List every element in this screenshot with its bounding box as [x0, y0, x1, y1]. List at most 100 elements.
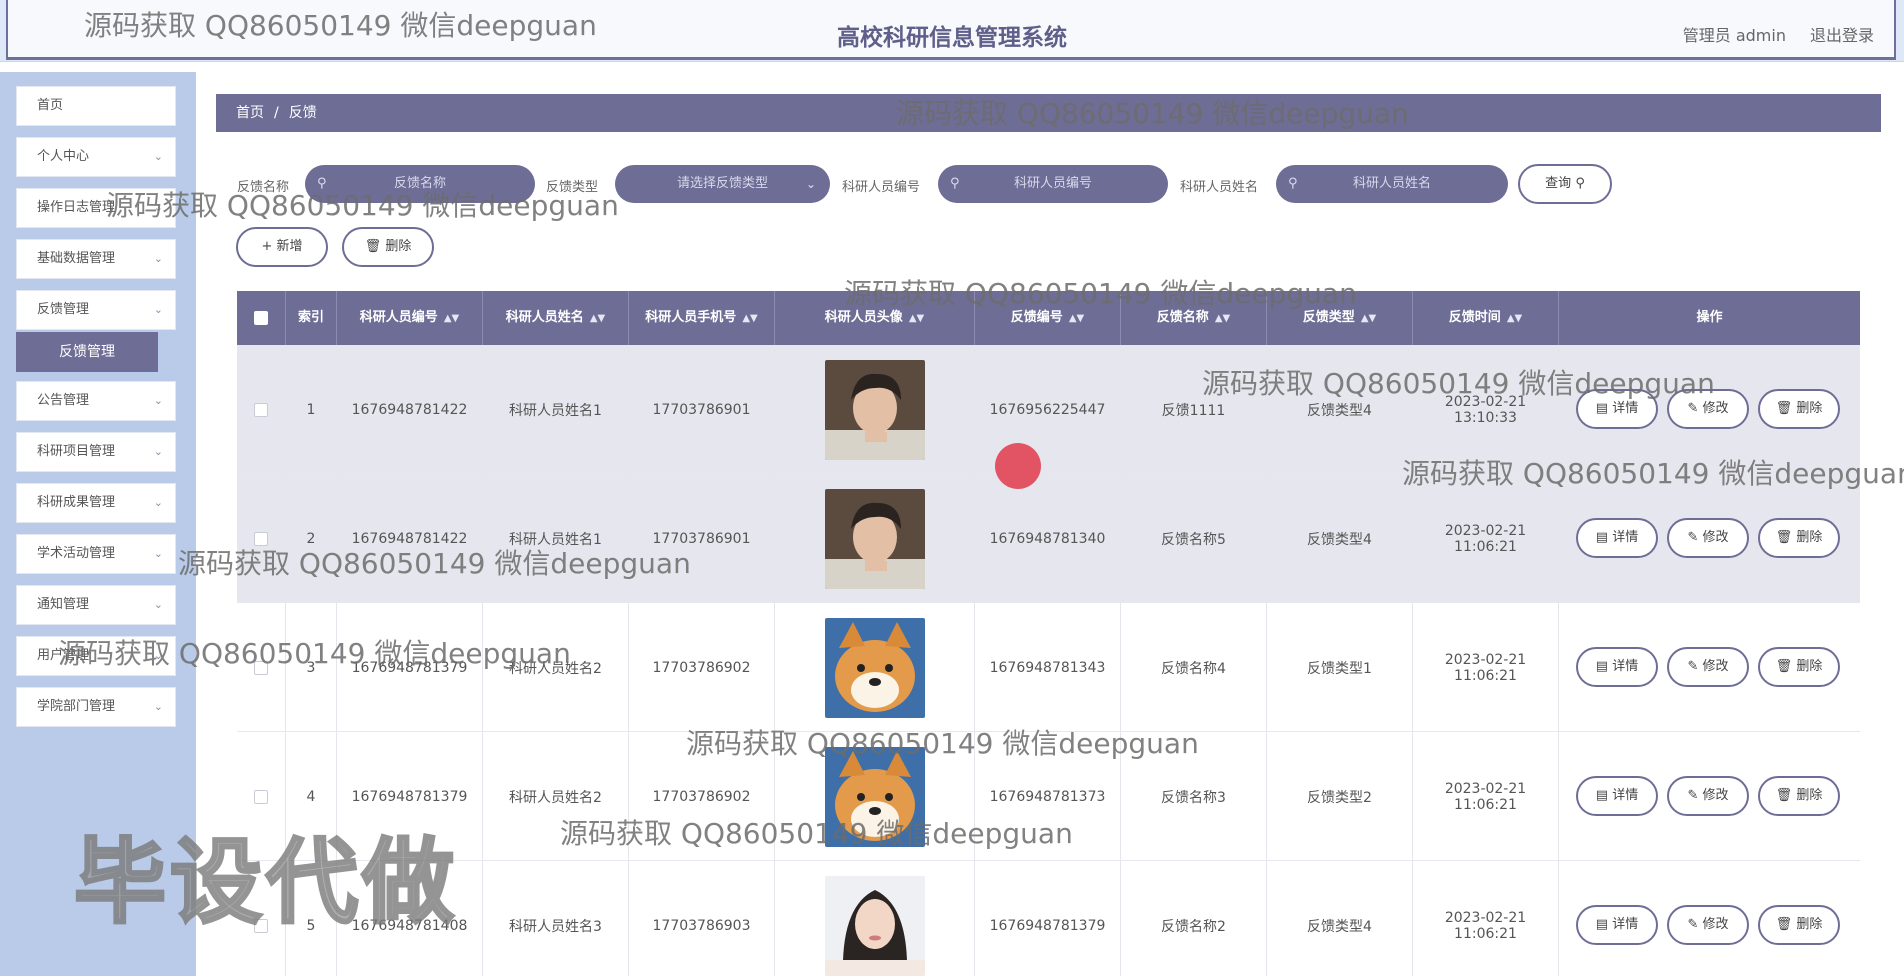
sidebar-item-departments[interactable]: 学院部门管理 ⌄	[16, 687, 176, 727]
delete-button-label: 删除	[385, 239, 412, 254]
chevron-down-icon: ⌄	[153, 598, 163, 611]
sidebar-item-feedback[interactable]: 反馈管理 ⌄	[16, 290, 176, 330]
sidebar-item-research-projects[interactable]: 科研项目管理 ⌄	[16, 432, 176, 472]
cell-feedback-name: 反馈名称4	[1121, 603, 1267, 732]
cell-avatar	[775, 345, 975, 474]
cell-feedback-type: 反馈类型1	[1267, 603, 1413, 732]
cell-index: 2	[286, 474, 337, 603]
feedback-type-select[interactable]: 请选择反馈类型 ⌄	[615, 165, 830, 203]
detail-button[interactable]: ▤ 详情	[1576, 647, 1658, 687]
sidebar-item-research-results[interactable]: 科研成果管理 ⌄	[16, 483, 176, 523]
logout-button[interactable]: 退出登录	[1810, 22, 1874, 46]
sidebar-item-base-data[interactable]: 基础数据管理 ⌄	[16, 239, 176, 279]
add-button-label: 新增	[276, 239, 303, 254]
column-header-staff-no[interactable]: 科研人员编号 ▲▼	[337, 291, 483, 345]
staff-name-input[interactable]: ⚲ 科研人员姓名	[1276, 165, 1508, 203]
watermark-text: 源码获取 QQ86050149 微信deepguan	[844, 277, 1357, 310]
detail-button[interactable]: ▤ 详情	[1576, 518, 1658, 558]
cell-feedback-name: 反馈名称5	[1121, 474, 1267, 603]
watermark-text: 源码获取 QQ86050149 微信deepguan	[1402, 457, 1904, 490]
admin-user-label[interactable]: 管理员 admin	[1683, 22, 1786, 46]
column-header-staff-name[interactable]: 科研人员姓名 ▲▼	[483, 291, 629, 345]
table-row[interactable]: 5 1676948781408 科研人员姓名3 17703786903 1676…	[237, 861, 1860, 976]
watermark-text: 源码获取 QQ86050149 微信deepguan	[560, 817, 1073, 850]
sidebar-item-label: 通知管理	[37, 597, 90, 612]
cell-index: 1	[286, 345, 337, 474]
chevron-down-icon: ⌄	[153, 150, 163, 163]
chevron-down-icon: ⌄	[153, 303, 163, 316]
add-button[interactable]: + 新增	[236, 227, 328, 267]
delete-button[interactable]: 🗑 删除	[1758, 518, 1840, 558]
select-all-checkbox[interactable]	[254, 310, 268, 325]
sidebar-subitem-feedback-management[interactable]: 反馈管理	[16, 332, 158, 372]
sidebar-item-label: 公告管理	[37, 393, 90, 408]
sidebar-item-academic-activities[interactable]: 学术活动管理 ⌄	[16, 534, 176, 574]
cell-feedback-time: 2023-02-21 11:06:21	[1413, 603, 1559, 732]
cell-staff-name: 科研人员姓名1	[483, 474, 629, 603]
cell-feedback-type: 反馈类型4	[1267, 861, 1413, 976]
row-checkbox-cell	[237, 474, 286, 603]
edit-button[interactable]: ✎ 修改	[1667, 647, 1749, 687]
sort-icon: ▲▼	[1360, 313, 1377, 324]
detail-button[interactable]: ▤ 详情	[1576, 776, 1658, 816]
delete-button[interactable]: 🗑 删除	[1758, 647, 1840, 687]
sidebar-item-label: 科研成果管理	[37, 495, 116, 510]
pencil-icon: ✎	[1687, 401, 1699, 416]
column-header-actions: 操作	[1696, 310, 1723, 325]
sidebar-item-home[interactable]: 首页	[16, 86, 176, 126]
sidebar-item-label: 学术活动管理	[37, 546, 116, 561]
shiba-dog-avatar[interactable]	[824, 617, 925, 718]
trash-icon: 🗑	[1775, 917, 1793, 932]
edit-button[interactable]: ✎ 修改	[1667, 776, 1749, 816]
edit-button[interactable]: ✎ 修改	[1667, 518, 1749, 558]
watermark-text: 源码获取 QQ86050149 微信deepguan	[178, 547, 691, 580]
pencil-icon: ✎	[1687, 659, 1699, 674]
chevron-down-icon: ⌄	[153, 496, 163, 509]
sidebar-item-label: 操作日志管理	[37, 200, 116, 215]
cell-staff-no: 1676948781422	[337, 474, 483, 603]
cell-phone: 17703786902	[629, 603, 775, 732]
sidebar-item-notifications[interactable]: 通知管理 ⌄	[16, 585, 176, 625]
edit-button[interactable]: ✎ 修改	[1667, 905, 1749, 945]
select-all-cell	[237, 291, 286, 345]
batch-delete-button[interactable]: 🗑 删除	[342, 227, 434, 267]
staff-no-input[interactable]: ⚲ 科研人员编号	[938, 165, 1168, 203]
row-checkbox-cell	[237, 345, 286, 474]
sort-icon: ▲▼	[1506, 313, 1523, 324]
column-header-feedback-time[interactable]: 反馈时间 ▲▼	[1413, 291, 1559, 345]
cursor-highlight	[995, 443, 1041, 489]
watermark-text: 源码获取 QQ86050149 微信deepguan	[106, 189, 619, 222]
delete-button[interactable]: 🗑 删除	[1758, 776, 1840, 816]
row-checkbox[interactable]	[254, 789, 268, 804]
cell-staff-no: 1676948781422	[337, 345, 483, 474]
young-man-avatar[interactable]	[824, 488, 925, 589]
chevron-down-icon: ⌄	[153, 547, 163, 560]
young-woman-avatar[interactable]	[824, 875, 925, 976]
cell-feedback-time: 2023-02-21 11:06:21	[1413, 732, 1559, 861]
column-header-index[interactable]: 索引	[286, 291, 337, 345]
search-icon: ⚲	[1575, 176, 1585, 191]
search-icon: ⚲	[1288, 176, 1298, 191]
cell-feedback-type: 反馈类型2	[1267, 732, 1413, 861]
search-button[interactable]: 查询 ⚲	[1518, 164, 1612, 204]
sidebar-item-personal-center[interactable]: 个人中心 ⌄	[16, 137, 176, 177]
filter-label-staff-name: 科研人员姓名	[1180, 180, 1259, 195]
detail-button[interactable]: ▤ 详情	[1576, 905, 1658, 945]
breadcrumb-home[interactable]: 首页	[236, 105, 264, 121]
sidebar-item-label: 个人中心	[37, 149, 90, 164]
row-checkbox[interactable]	[254, 402, 268, 417]
young-man-avatar[interactable]	[824, 359, 925, 460]
sidebar-item-announcement[interactable]: 公告管理 ⌄	[16, 381, 176, 421]
cell-feedback-no: 1676948781343	[975, 603, 1121, 732]
search-button-label: 查询	[1545, 176, 1572, 191]
watermark-text: 源码获取 QQ86050149 微信deepguan	[1202, 367, 1715, 400]
sort-icon: ▲▼	[1068, 313, 1085, 324]
cell-avatar	[775, 861, 975, 976]
delete-button[interactable]: 🗑 删除	[1758, 389, 1840, 429]
trash-icon: 🗑	[364, 239, 382, 254]
table-row[interactable]: 2 1676948781422 科研人员姓名1 17703786901 1676…	[237, 474, 1860, 603]
trash-icon: 🗑	[1775, 788, 1793, 803]
column-header-phone[interactable]: 科研人员手机号 ▲▼	[629, 291, 775, 345]
delete-button[interactable]: 🗑 删除	[1758, 905, 1840, 945]
watermark-text: 源码获取 QQ86050149 微信deepguan	[686, 727, 1199, 760]
